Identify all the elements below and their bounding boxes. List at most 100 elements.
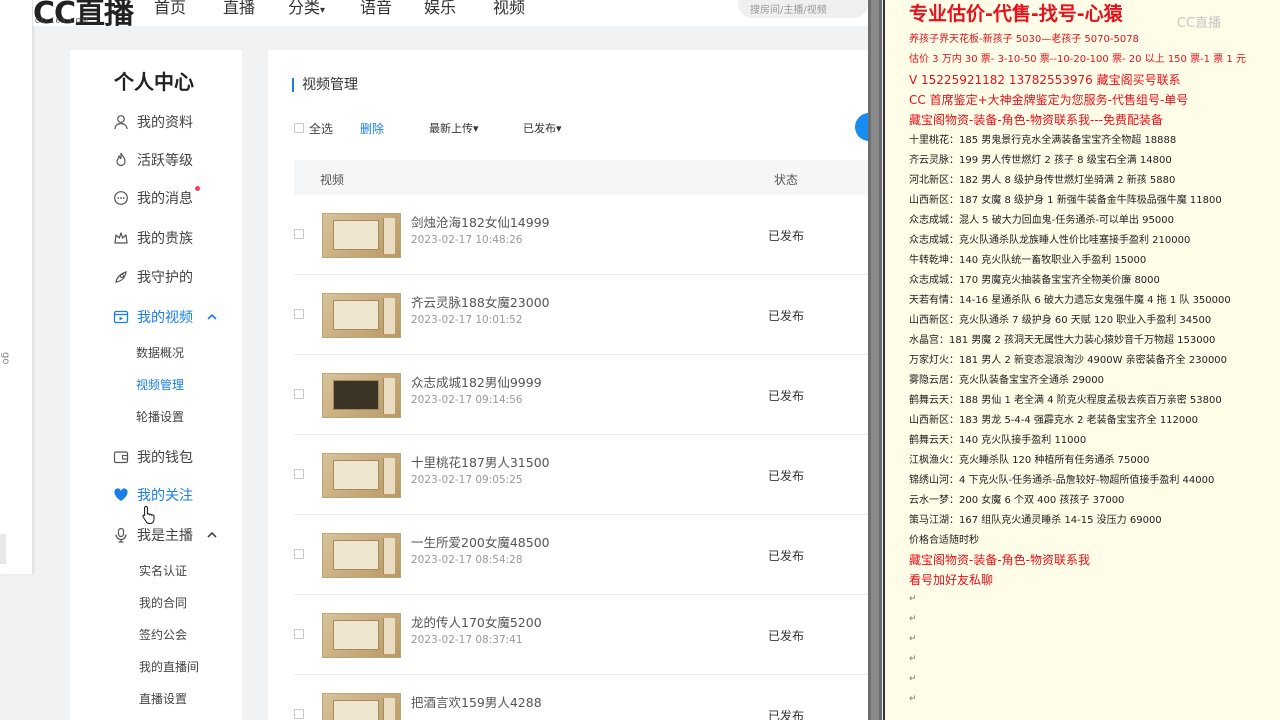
menu-item-my-videos[interactable]: 我的视频	[112, 306, 193, 328]
menu-item-anchor[interactable]: 我是主播	[112, 524, 193, 546]
nav-home[interactable]: 首页	[154, 0, 186, 18]
table-row[interactable]: 齐云灵脉188女魔23000 2023-02-17 10:01:52 已发布	[294, 275, 868, 355]
status-filter-dropdown[interactable]: 已发布▾	[523, 120, 562, 136]
nav-category[interactable]: 分类▾	[288, 0, 325, 18]
table-row[interactable]: 把酒言欢159男人4288 已发布	[294, 675, 868, 720]
status-filter-label: 已发布	[523, 122, 556, 135]
watermark: CC直播	[1177, 16, 1222, 31]
thumbnail-frame	[333, 220, 379, 250]
select-all-label[interactable]: 全选	[309, 120, 333, 137]
menu-item-following[interactable]: 我的关注	[112, 484, 193, 506]
left-panel-tab[interactable]	[0, 534, 6, 564]
nav-voice[interactable]: 语音	[360, 0, 392, 18]
delete-button[interactable]: 删除	[360, 120, 384, 137]
video-upload-time: 2023-02-17 08:54:28	[411, 554, 523, 566]
scrollbar[interactable]	[868, 0, 882, 720]
table-row[interactable]: 龙的传人170女魔5200 2023-02-17 08:37:41 已发布	[294, 595, 868, 675]
submenu-guild[interactable]: 签约公会	[139, 626, 187, 643]
row-checkbox[interactable]	[294, 389, 304, 399]
video-title[interactable]: 齐云灵脉188女魔23000	[411, 292, 550, 311]
submenu-video-management[interactable]: 视频管理	[136, 376, 184, 393]
video-thumbnail[interactable]	[322, 293, 401, 338]
select-all-checkbox[interactable]	[294, 123, 304, 133]
thumbnail-frame	[333, 460, 379, 490]
video-title[interactable]: 龙的传人170女魔5200	[411, 612, 542, 631]
chevron-up-icon[interactable]	[206, 311, 218, 323]
video-thumbnail[interactable]	[322, 533, 401, 578]
menu-item-label: 我的贵族	[137, 231, 193, 247]
logo-subtitle: CC.163.COM	[35, 17, 90, 25]
submenu-carousel-settings[interactable]: 轮播设置	[136, 408, 184, 425]
search-input[interactable]: 搜房间/主播/视频	[738, 0, 868, 18]
paragraph-mark: ↵	[909, 654, 917, 664]
video-thumbnail[interactable]	[322, 213, 401, 258]
video-thumbnail[interactable]	[322, 453, 401, 498]
header-line: 藏宝阁物资-装备-角色-物资联系我---免费配装备	[909, 113, 1163, 127]
table-row[interactable]: 众志成城182男仙9999 2023-02-17 09:14:56 已发布	[294, 355, 868, 435]
video-status: 已发布	[768, 549, 805, 563]
submenu-real-name[interactable]: 实名认证	[139, 562, 187, 579]
upload-button[interactable]	[855, 113, 868, 141]
menu-item-nobility[interactable]: 我的贵族	[112, 227, 193, 249]
table-row[interactable]: 剑烛沧海182女仙14999 2023-02-17 10:48:26 已发布	[294, 195, 868, 275]
listing-line: 山西新区：187 女魔 8 级护身 1 新强牛装备金牛阵极品强牛魔 11800	[909, 195, 1222, 206]
menu-item-label: 我的消息	[137, 191, 193, 207]
listing-line: 雾隐云居：克火队装备宝宝齐全通杀 29000	[909, 375, 1104, 386]
table-row[interactable]: 十里桃花187男人31500 2023-02-17 09:05:25 已发布	[294, 435, 868, 515]
listing-line: 策马江湖：167 组队克火通灵睡杀 14-15 没压力 69000	[909, 515, 1162, 526]
video-upload-time: 2023-02-17 10:48:26	[411, 234, 523, 246]
nav-entertainment[interactable]: 娱乐	[424, 0, 456, 18]
menu-item-guard[interactable]: 我守护的	[112, 266, 193, 288]
video-thumbnail[interactable]	[322, 373, 401, 418]
video-title[interactable]: 把酒言欢159男人4288	[411, 692, 542, 711]
thumbnail-frame	[333, 620, 379, 650]
thumbnail-frame	[383, 698, 395, 720]
menu-title: 个人中心	[114, 70, 194, 94]
chevron-up-icon[interactable]	[206, 529, 218, 541]
menu-item-level[interactable]: 活跃等级	[112, 149, 193, 171]
video-thumbnail[interactable]	[322, 693, 401, 720]
listing-line: 众志成城：克火队通杀队龙族睡人性价比哇塞接手盈利 210000	[909, 235, 1191, 246]
thumbnail-frame	[383, 298, 395, 334]
video-thumbnail[interactable]	[322, 613, 401, 658]
thumbnail-frame	[383, 378, 395, 414]
chevron-down-icon: ▾	[556, 122, 562, 135]
menu-item-label: 活跃等级	[137, 153, 193, 169]
thumbnail-frame	[383, 538, 395, 574]
menu-item-label: 我的视频	[137, 310, 193, 326]
row-checkbox[interactable]	[294, 229, 304, 239]
table-row[interactable]: 一生所爱200女魔48500 2023-02-17 08:54:28 已发布	[294, 515, 868, 595]
thumbnail-frame	[383, 458, 395, 494]
video-status: 已发布	[768, 629, 805, 643]
hand-cursor-icon	[142, 505, 155, 524]
video-status: 已发布	[768, 469, 805, 483]
sort-dropdown[interactable]: 最新上传▾	[429, 120, 479, 136]
video-title[interactable]: 剑烛沧海182女仙14999	[411, 212, 550, 231]
thumbnail-frame	[333, 380, 379, 410]
nav-video[interactable]: 视频	[493, 0, 525, 18]
submenu-live-room[interactable]: 我的直播间	[139, 658, 199, 675]
submenu-contract[interactable]: 我的合同	[139, 594, 187, 611]
row-checkbox[interactable]	[294, 549, 304, 559]
listing-line: 众志成城：混人 5 破大力回血鬼-任务通杀-可以单出 95000	[909, 215, 1174, 226]
paragraph-mark: ↵	[909, 594, 917, 604]
paragraph-mark: ↵	[909, 674, 917, 684]
footer-line: 看号加好友私聊	[909, 573, 994, 587]
video-title[interactable]: 众志成城182男仙9999	[411, 372, 542, 391]
menu-item-profile[interactable]: 我的资料	[112, 111, 193, 133]
nav-live[interactable]: 直播	[223, 0, 255, 18]
submenu-data-overview[interactable]: 数据概况	[136, 344, 184, 361]
row-checkbox[interactable]	[294, 629, 304, 639]
video-title[interactable]: 十里桃花187男人31500	[411, 452, 550, 471]
footer-line: 藏宝阁物资-装备-角色-物资联系我	[909, 553, 1090, 567]
menu-item-wallet[interactable]: 我的钱包	[112, 446, 193, 468]
left-panel-text: go	[0, 352, 11, 365]
row-checkbox[interactable]	[294, 469, 304, 479]
submenu-live-settings[interactable]: 直播设置	[139, 690, 187, 707]
scrollbar-thumb[interactable]	[871, 0, 879, 720]
row-checkbox[interactable]	[294, 309, 304, 319]
menu-item-messages[interactable]: 我的消息	[112, 187, 193, 209]
listing-line: 山西新区：克火队通杀 7 级护身 60 天赋 120 职业入手盈利 34500	[909, 315, 1212, 326]
row-checkbox[interactable]	[294, 709, 304, 719]
video-title[interactable]: 一生所爱200女魔48500	[411, 532, 550, 551]
